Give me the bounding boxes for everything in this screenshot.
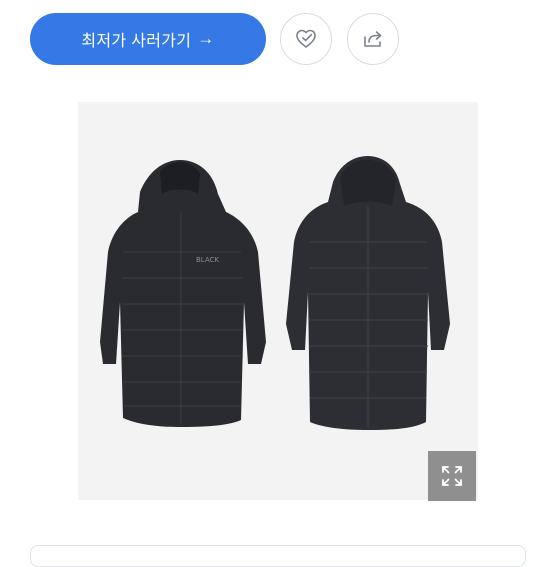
product-image[interactable]: BLACK <box>78 102 478 500</box>
buy-lowest-price-label: 최저가 사러가기 <box>81 33 192 50</box>
info-card <box>30 545 526 567</box>
front-coat <box>100 160 266 427</box>
arrow-right-icon: → <box>197 29 215 48</box>
zoom-image-button[interactable] <box>428 451 476 501</box>
wishlist-button[interactable] <box>280 13 332 65</box>
action-bar: 최저가 사러가기 → <box>0 0 554 80</box>
share-button[interactable] <box>347 13 399 65</box>
front-logo: BLACK <box>196 256 219 264</box>
expand-icon <box>442 466 462 486</box>
share-icon <box>364 31 382 47</box>
buy-lowest-price-button[interactable]: 최저가 사러가기 → <box>30 13 266 65</box>
product-photo: BLACK <box>100 156 450 430</box>
heart-check-icon <box>296 29 316 48</box>
